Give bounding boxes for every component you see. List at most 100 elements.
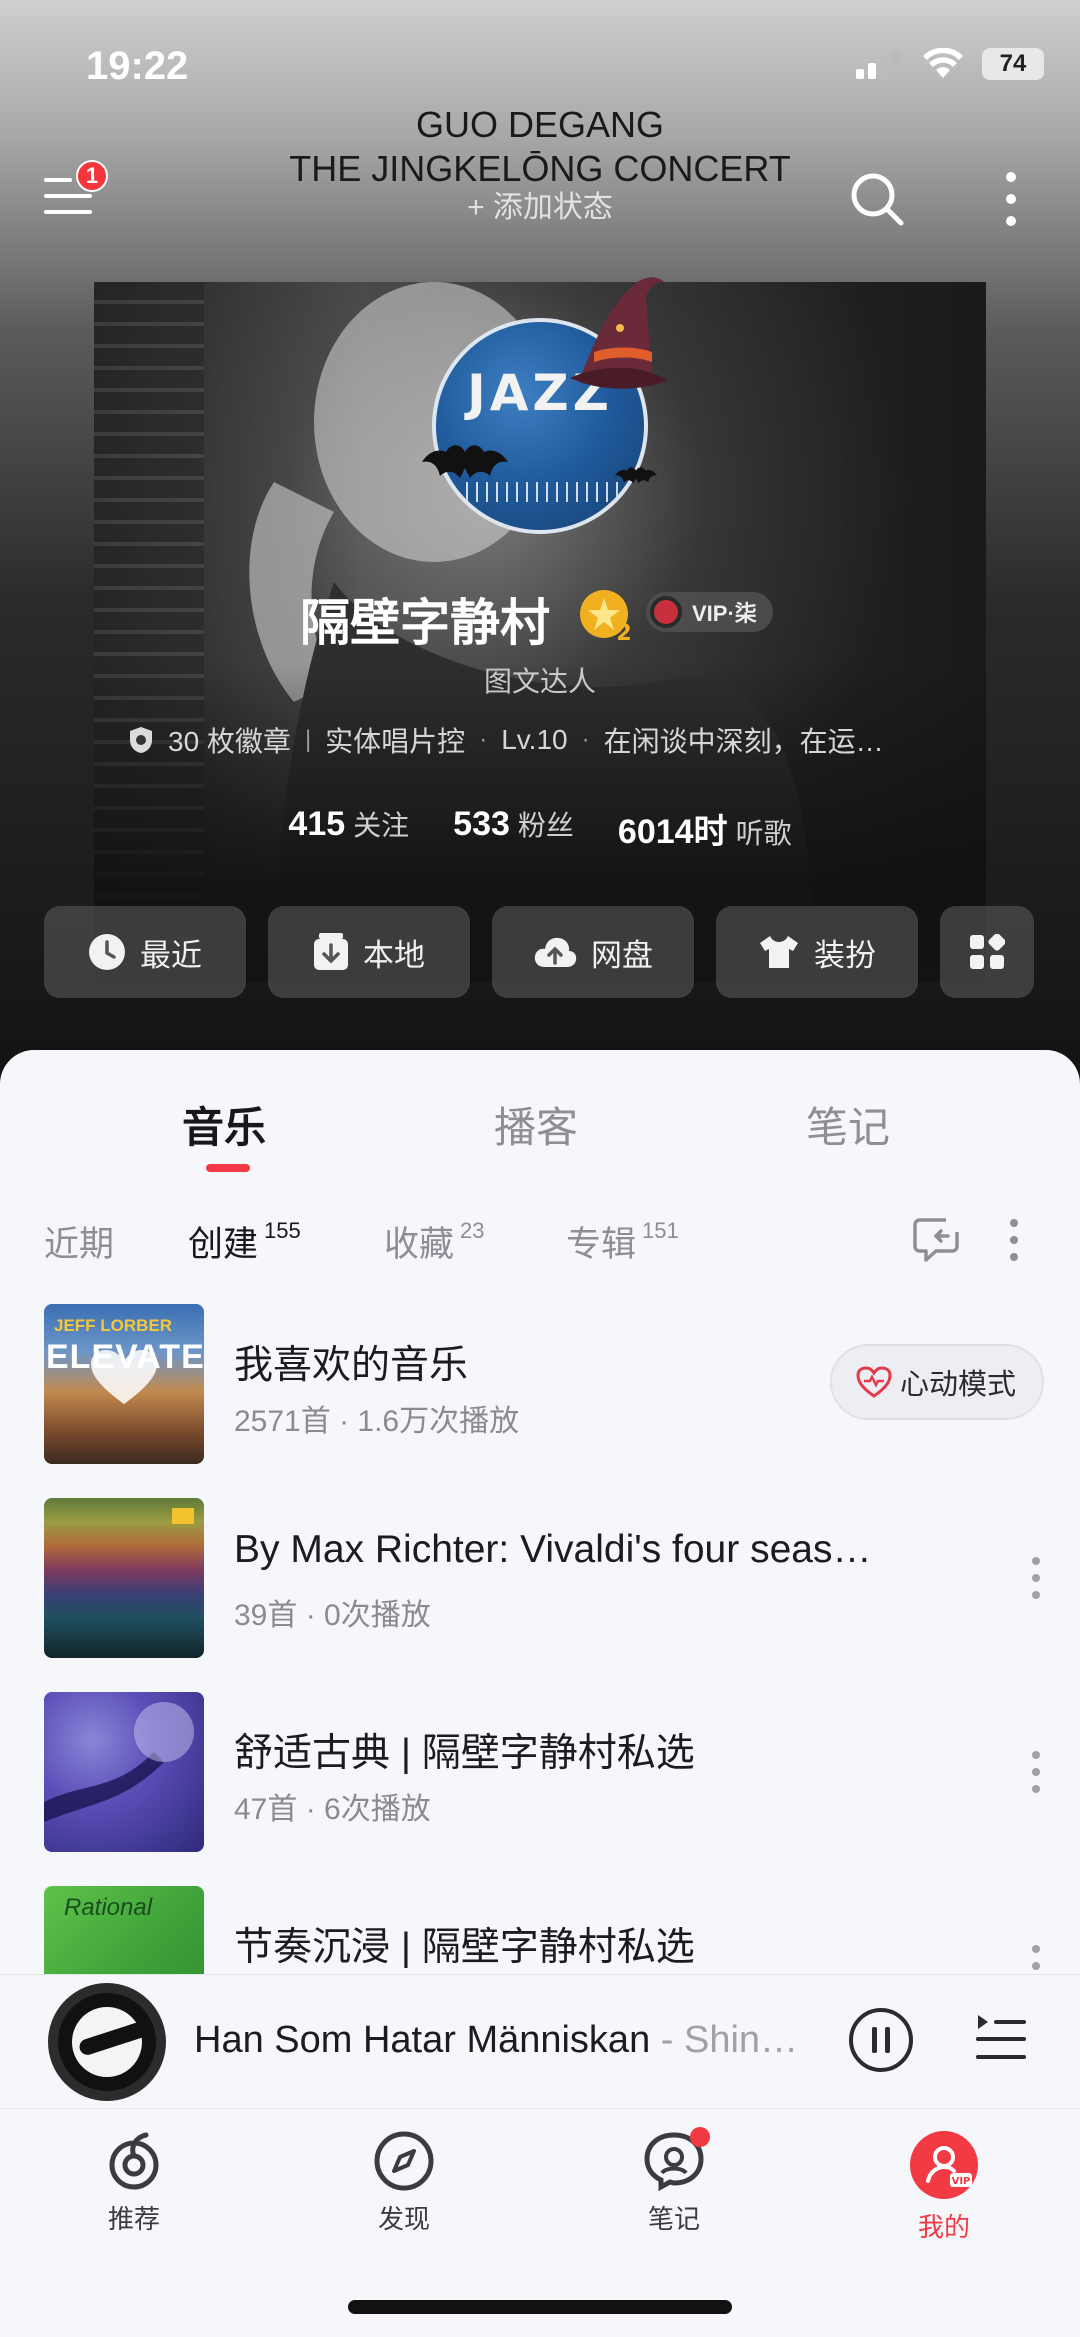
bat-decoration-icon (422, 445, 508, 478)
tab-podcast[interactable]: 播客 (494, 1094, 578, 1155)
level-star-badge[interactable]: 2 (578, 588, 634, 649)
stat-following[interactable]: 415 关注 (288, 804, 409, 853)
home-indicator (348, 2300, 732, 2314)
notes-notification-dot (690, 2127, 710, 2147)
playlist-queue-button[interactable] (974, 2013, 1028, 2068)
battery-indicator: 74 (982, 48, 1044, 80)
nav-label: 笔记 (647, 2204, 700, 2234)
menu-notification-badge: 1 (76, 160, 108, 192)
quick-label: 装扮 (814, 937, 876, 973)
subtab-favorites[interactable]: 收藏 23 (384, 1216, 485, 1267)
playlist-more-button[interactable] (1030, 1556, 1042, 1605)
profile-level: Lv.10 (501, 724, 568, 755)
add-status-button[interactable]: + 添加状态 (0, 182, 1080, 226)
now-playing-disc[interactable] (48, 1983, 166, 2101)
playlist-cover (44, 1692, 204, 1852)
playlist-more-button[interactable] (1030, 1944, 1042, 1974)
stat-number: 6014时 (617, 813, 728, 851)
playlist-title: 舒适古典 | 隔壁字静村私选 (234, 1732, 695, 1775)
sub-more-button[interactable] (1008, 1218, 1020, 1267)
subtab-count: 23 (460, 1218, 485, 1243)
profile-tagline: 图文达人 (483, 666, 596, 697)
grid-icon (970, 934, 1005, 969)
playlist-cover (44, 1498, 204, 1658)
import-playlist-button[interactable] (912, 1216, 960, 1269)
concert-title-line1: GUO DEGANG (415, 104, 665, 145)
cover-brand-text: JEFF LORBER (54, 1316, 173, 1335)
nav-notes[interactable]: 笔记 (584, 2127, 764, 2236)
subtab-label: 近期 (44, 1225, 115, 1264)
divider: | (304, 726, 312, 753)
more-options-button[interactable] (996, 168, 1026, 230)
search-icon (851, 173, 904, 226)
playlist-item[interactable]: 舒适古典 | 隔壁字静村私选 47首 · 6次播放 (44, 1692, 1044, 1854)
playlist-item[interactable]: By Max Richter: Vivaldi's four seas… 39首… (44, 1498, 1044, 1660)
stat-number: 415 (288, 805, 346, 843)
quick-recent-button[interactable]: 最近 (44, 906, 246, 998)
stat-label: 关注 (353, 810, 410, 841)
sub-tabs: 近期 创建 155 收藏 23 专辑 151 (0, 1216, 1080, 1276)
subtab-created[interactable]: 创建 155 (188, 1216, 301, 1267)
playlist-item[interactable]: JEFF LORBER ELEVATE 我喜欢的音乐 2571首 · 1.6万次… (44, 1304, 1044, 1466)
subtab-albums[interactable]: 专辑 151 (566, 1216, 679, 1267)
search-button[interactable] (846, 168, 908, 230)
playlist-more-button[interactable] (1030, 1750, 1042, 1799)
active-tab-indicator (206, 1164, 250, 1172)
quick-local-button[interactable]: 本地 (268, 906, 470, 998)
pause-button[interactable] (848, 2007, 914, 2078)
recommend-icon (109, 2132, 159, 2190)
divider: · (581, 726, 590, 753)
now-playing-title: Han Som Hatar Människan (194, 2019, 651, 2061)
witch-hat-decoration-icon (570, 277, 668, 389)
profile-bio: 在闲谈中深刻，在运… (603, 726, 884, 757)
quick-cloud-button[interactable]: 网盘 (492, 906, 694, 998)
subtab-label: 专辑 (566, 1225, 637, 1264)
heart-icon (91, 1350, 157, 1404)
playlist-title: By Max Richter: Vivaldi's four seas… (234, 1528, 872, 1571)
vip-label: VIP·柒 (692, 601, 757, 626)
quick-label: 网盘 (591, 937, 653, 973)
stat-label: 粉丝 (517, 810, 574, 841)
nav-label: 发现 (377, 2204, 430, 2234)
now-playing-artist: - Shin… (650, 2019, 799, 2061)
playlist-item[interactable]: Rational 节奏沉浸 | 隔壁字静村私选 (44, 1886, 1044, 1974)
more-vertical-icon (1006, 172, 1016, 226)
nav-mine[interactable]: VIP 我的 (854, 2129, 1034, 2244)
nav-label: 推荐 (107, 2204, 160, 2234)
notes-icon-wrap (642, 2127, 710, 2193)
tab-music[interactable]: 音乐 (182, 1094, 266, 1155)
svg-text:VIP: VIP (952, 2176, 971, 2187)
profile-meta-row[interactable]: 30 枚徽章 | 实体唱片控 · Lv.10 · 在闲谈中深刻，在运… (128, 720, 948, 760)
stat-listen-time[interactable]: 6014时 听歌 (618, 804, 792, 853)
now-playing-text[interactable]: Han Som Hatar Människan - Shin… (194, 2019, 824, 2062)
subtab-recent[interactable]: 近期 (44, 1216, 114, 1267)
heart-mode-button[interactable]: 心动模式 (829, 1344, 1044, 1420)
tab-notes[interactable]: 笔记 (806, 1094, 890, 1155)
nav-recommend[interactable]: 推荐 (44, 2129, 224, 2236)
profile-vip-icon: VIP (910, 2131, 978, 2199)
wifi-icon (923, 48, 963, 78)
playlist-subtitle: 47首 · 6次播放 (234, 1793, 431, 1826)
signal-icon (856, 49, 900, 79)
more-vertical-icon (1032, 1557, 1040, 1599)
quick-dressup-button[interactable]: 装扮 (716, 906, 918, 998)
status-time: 19:22 (86, 44, 189, 88)
profile-tag: 实体唱片控 (325, 726, 466, 757)
vinyl-icon (650, 596, 682, 628)
profile-name: 隔壁字静村 (300, 595, 550, 651)
vip-badge[interactable]: VIP·柒 (646, 592, 773, 632)
tshirt-icon (760, 936, 798, 968)
mini-player[interactable]: Han Som Hatar Människan - Shin… (0, 1974, 1080, 2108)
stat-followers[interactable]: 533 粉丝 (453, 804, 574, 853)
nav-discover[interactable]: 发现 (314, 2129, 494, 2236)
stat-label: 听歌 (735, 818, 792, 849)
playlist-cover: JEFF LORBER ELEVATE (44, 1304, 204, 1464)
quick-actions: 最近 本地 网盘 装扮 (44, 906, 1034, 998)
quick-more-button[interactable] (940, 906, 1034, 998)
stat-number: 533 (453, 805, 510, 843)
heart-pulse-icon (856, 1366, 892, 1398)
divider: · (479, 726, 488, 753)
status-icons: 74 (856, 48, 1044, 80)
badge-count: 30 枚徽章 (168, 726, 291, 757)
more-vertical-icon (1032, 1945, 1040, 1970)
